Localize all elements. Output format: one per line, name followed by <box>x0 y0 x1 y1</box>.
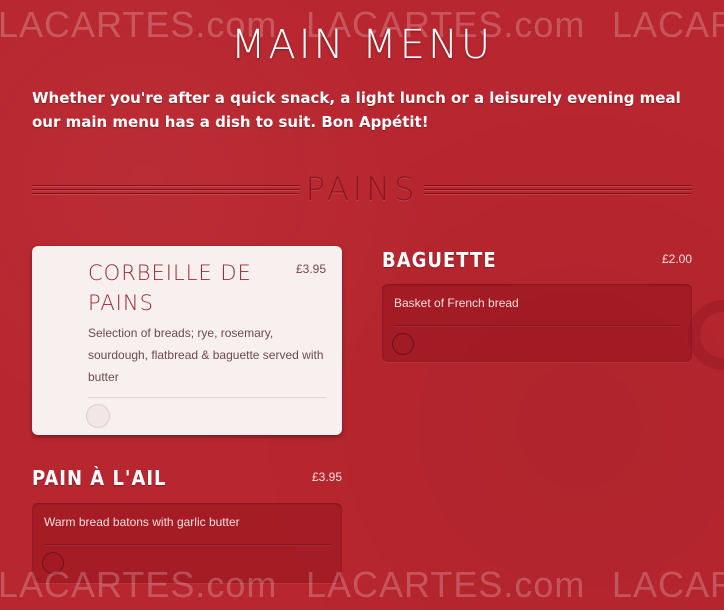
menu-item-description: Basket of French bread <box>394 296 519 310</box>
add-item-icon[interactable] <box>86 404 110 428</box>
menu-item-price: £2.00 <box>661 252 692 266</box>
menu-item-name: BAGUETTE <box>382 248 497 272</box>
menu-item-corbeille-de-pains[interactable]: CORBEILLE DE PAINS £3.95 Selection of br… <box>32 246 342 435</box>
section-header: PAINS <box>32 170 692 210</box>
divider <box>394 325 680 326</box>
menu-item-panel: Warm bread batons with garlic butter <box>32 503 342 583</box>
section-rule-right <box>424 185 692 194</box>
page-title: MAIN MENU <box>230 22 494 68</box>
divider <box>44 544 330 545</box>
divider <box>88 397 326 398</box>
menu-item-name: CORBEILLE DE PAINS <box>88 261 252 315</box>
decorative-swirl-icon <box>688 300 724 370</box>
watermark-text: LACARTES.com <box>306 564 586 605</box>
add-item-icon[interactable] <box>42 552 64 574</box>
menu-item-pain-a-lail[interactable]: PAIN À L'AIL £3.95 Warm bread batons wit… <box>32 466 342 586</box>
watermark-text: LACARTES.com <box>612 564 724 605</box>
menu-item-price: £3.95 <box>295 262 326 276</box>
intro-text: Whether you're after a quick snack, a li… <box>32 89 681 131</box>
menu-item-description: Selection of breads; rye, rosemary, sour… <box>88 326 324 384</box>
menu-item-panel: Basket of French bread <box>382 284 692 362</box>
menu-item-price: £3.95 <box>311 470 342 484</box>
add-item-icon[interactable] <box>392 333 414 355</box>
menu-item-baguette[interactable]: BAGUETTE £2.00 Basket of French bread <box>382 248 692 364</box>
menu-item-name: PAIN À L'AIL <box>32 466 167 490</box>
menu-item-description: Warm bread batons with garlic butter <box>44 515 240 529</box>
